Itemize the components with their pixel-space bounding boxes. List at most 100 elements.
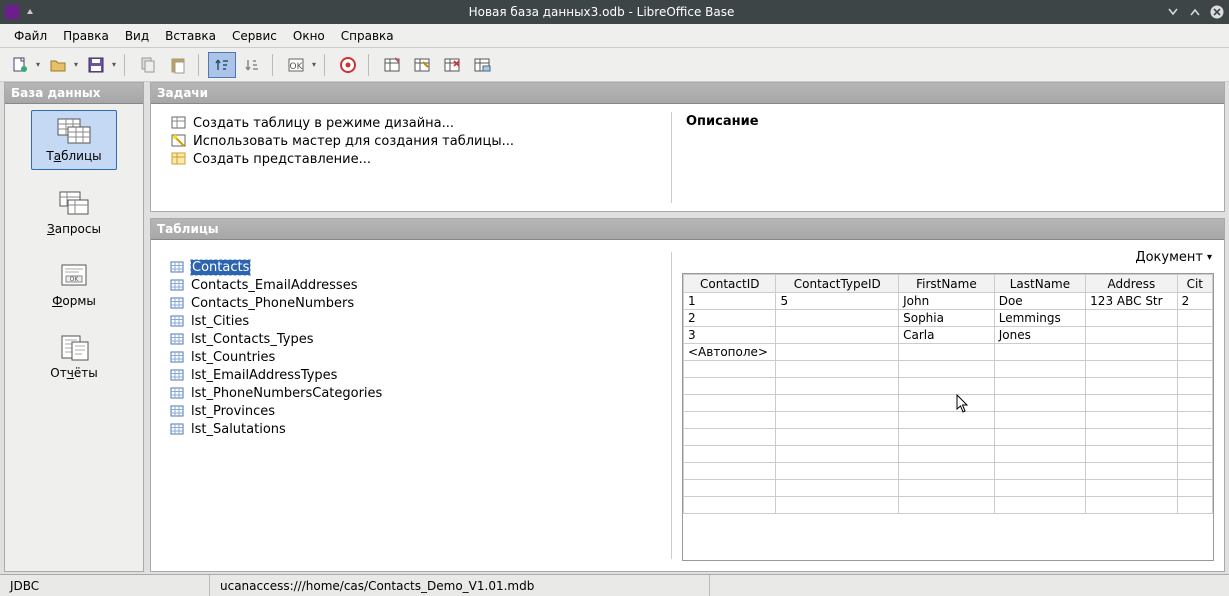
delete-button[interactable] [438,52,466,78]
menu-file[interactable]: Файл [8,27,53,45]
table-row[interactable]: 2 SophiaLemmings [684,310,1213,327]
column-header[interactable]: Cit [1177,275,1212,293]
menu-tools[interactable]: Сервис [226,27,283,45]
cell[interactable]: John [899,293,995,310]
cell[interactable] [776,327,899,344]
paste-button[interactable] [164,52,192,78]
new-doc-button[interactable] [6,52,34,78]
table-item[interactable]: Contacts [169,258,665,276]
sort-asc-button[interactable] [208,52,236,78]
task-create-table-design[interactable]: Создать таблицу в режиме дизайна... [171,114,665,132]
description-label: Описание [672,104,773,211]
app-icon [4,4,20,20]
svg-text:OK: OK [290,62,304,72]
cell[interactable]: 2 [684,310,776,327]
column-header[interactable]: Address [1086,275,1177,293]
cell[interactable]: Jones [994,327,1085,344]
cell[interactable] [776,310,899,327]
help-button[interactable] [334,52,362,78]
cell[interactable] [1177,327,1212,344]
table-icon [169,331,185,347]
open-button[interactable] [44,52,72,78]
sidebar-item-tables[interactable]: Таблицы [31,110,117,170]
status-driver: JDBC [0,575,210,596]
table-row[interactable]: 15JohnDoe123 ABC Str2 [684,293,1213,310]
cell[interactable]: 2 [1177,293,1212,310]
new-table-button[interactable] [378,52,406,78]
menu-edit[interactable]: Правка [57,27,115,45]
table-item[interactable]: lst_EmailAddressTypes [169,366,665,384]
table-item-label: lst_Countries [191,350,275,365]
cell[interactable] [1086,344,1177,361]
task-table-wizard[interactable]: Использовать мастер для создания таблицы… [171,132,665,150]
table-preview: Документ ▾ ContactIDContactTypeIDFirstNa… [672,240,1224,571]
sidebar-item-forms[interactable]: OK Формы [31,256,117,314]
task-create-view[interactable]: Создать представление... [171,150,665,168]
cell[interactable]: 5 [776,293,899,310]
table-item-label: lst_Salutations [191,422,286,437]
save-dropdown[interactable]: ▾ [110,60,118,69]
preview-grid[interactable]: ContactIDContactTypeIDFirstNameLastNameA… [683,274,1213,514]
tables-list: Contacts Contacts_EmailAddressesContacts_… [151,240,671,571]
table-icon [169,367,185,383]
cell[interactable]: Carla [899,327,995,344]
table-item-label: lst_Contacts_Types [191,332,313,347]
cell[interactable] [1177,344,1212,361]
design-icon [171,115,187,131]
cell[interactable] [1086,327,1177,344]
table-item[interactable]: lst_PhoneNumbersCategories [169,384,665,402]
cell[interactable]: <Автополе> [684,344,776,361]
table-item[interactable]: lst_Salutations [169,420,665,438]
table-row[interactable]: 3 CarlaJones [684,327,1213,344]
cell[interactable]: Sophia [899,310,995,327]
table-item[interactable]: lst_Contacts_Types [169,330,665,348]
cell[interactable] [994,344,1085,361]
table-item[interactable]: lst_Countries [169,348,665,366]
column-header[interactable]: ContactID [684,275,776,293]
sidebar-item-queries[interactable]: Запросы [31,184,117,242]
table-item[interactable]: lst_Cities [169,312,665,330]
column-header[interactable]: FirstName [899,275,995,293]
column-header[interactable]: ContactTypeID [776,275,899,293]
table-item[interactable]: Contacts_EmailAddresses [169,276,665,294]
menu-window[interactable]: Окно [287,27,331,45]
table-item[interactable]: Contacts_PhoneNumbers [169,294,665,312]
menu-help[interactable]: Справка [335,27,400,45]
cell[interactable]: Doe [994,293,1085,310]
rename-button[interactable] [468,52,496,78]
cell[interactable]: Lemmings [994,310,1085,327]
new-doc-dropdown[interactable]: ▾ [34,60,42,69]
minimize-button[interactable] [1165,4,1181,20]
edit-table-button[interactable] [408,52,436,78]
tasks-header: Задачи [151,83,1224,104]
tables-header: Таблицы [151,219,1224,240]
cell[interactable]: 1 [684,293,776,310]
new-row[interactable]: <Автополе> [684,344,1213,361]
cell[interactable] [776,344,899,361]
form-wizard-button[interactable]: OK [282,52,310,78]
open-dropdown[interactable]: ▾ [72,60,80,69]
statusbar: JDBC ucanaccess:///home/cas/Contacts_Dem… [0,574,1229,596]
save-button[interactable] [82,52,110,78]
form-wizard-dropdown[interactable]: ▾ [310,60,318,69]
cell[interactable] [1086,310,1177,327]
cell[interactable] [899,344,995,361]
table-item-label: Contacts_EmailAddresses [191,278,357,293]
preview-mode-dropdown-icon[interactable]: ▾ [1207,252,1212,263]
table-item[interactable]: lst_Provinces [169,402,665,420]
maximize-button[interactable] [1187,4,1203,20]
menu-insert[interactable]: Вставка [159,27,222,45]
menu-view[interactable]: Вид [119,27,155,45]
close-button[interactable] [1209,4,1225,20]
preview-mode-selector[interactable]: Документ [1135,250,1203,265]
column-header[interactable]: LastName [994,275,1085,293]
copy-button[interactable] [134,52,162,78]
sort-desc-button[interactable] [238,52,266,78]
cell[interactable] [1177,310,1212,327]
cell[interactable]: 123 ABC Str [1086,293,1177,310]
table-item-label: lst_Cities [191,314,249,329]
cell[interactable]: 3 [684,327,776,344]
sidebar-item-label: Формы [52,294,96,308]
pin-up-icon[interactable] [22,4,38,20]
sidebar-item-reports[interactable]: Отчёты [31,328,117,386]
